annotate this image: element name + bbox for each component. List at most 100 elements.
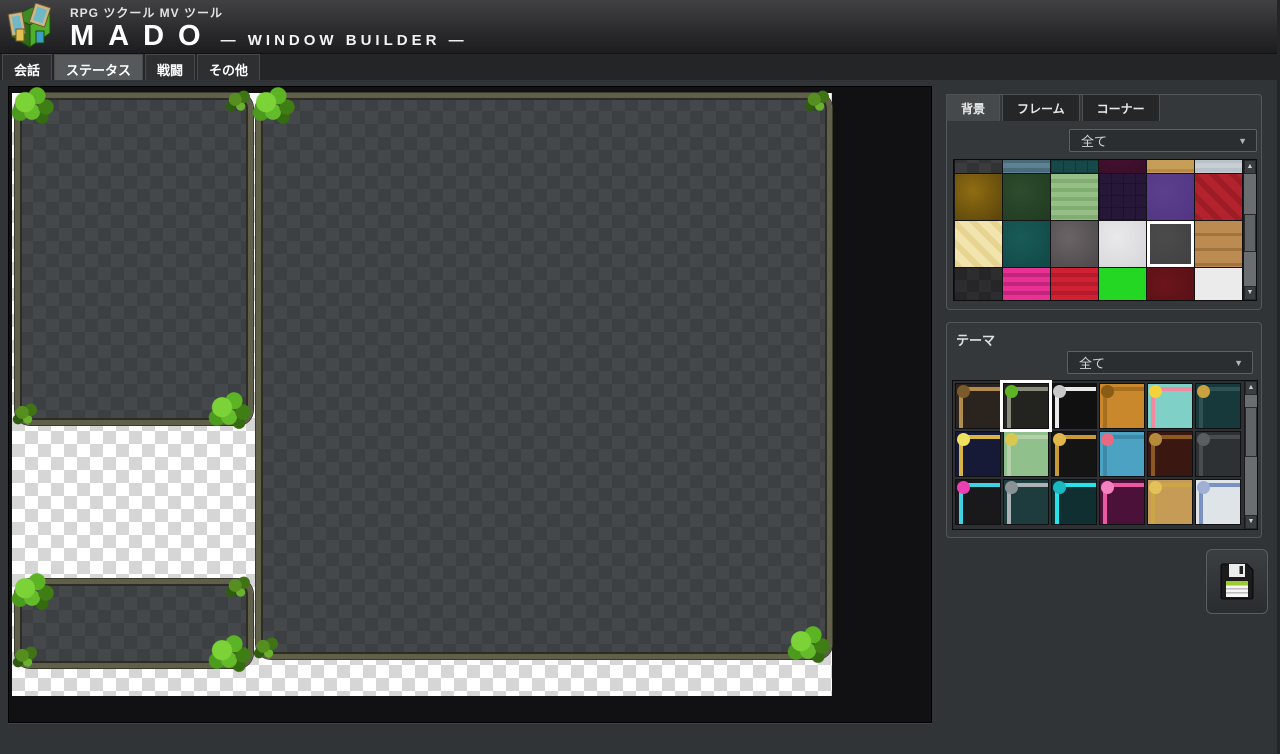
theme-corner-ornament [1149, 385, 1162, 398]
background-swatch[interactable] [955, 160, 1002, 173]
background-swatch[interactable] [1051, 160, 1098, 173]
ivy-corner [11, 645, 43, 671]
scrollbar-thumb[interactable] [1244, 214, 1256, 252]
theme-corner-ornament [1101, 385, 1114, 398]
theme-corner-ornament [1149, 433, 1162, 446]
ivy-corner [11, 87, 61, 127]
main-tab-other[interactable]: その他 [197, 54, 260, 80]
theme-corner-ornament [1197, 385, 1210, 398]
background-swatch[interactable] [1147, 160, 1194, 173]
scrollbar-up-button[interactable]: ▲ [1245, 381, 1257, 395]
theme-corner-ornament [957, 433, 970, 446]
background-scrollbar[interactable]: ▲ ▼ [1243, 160, 1256, 300]
background-swatch[interactable] [1195, 160, 1242, 173]
theme-thumbnail[interactable] [1003, 479, 1049, 525]
app-subtitle: RPG ツクール MV ツール [70, 4, 468, 21]
theme-filter-value: 全て [1079, 353, 1105, 372]
background-swatch[interactable] [1003, 160, 1050, 173]
theme-panel: テーマ 全て ▼ ▲ ▼ [946, 322, 1262, 538]
background-swatch[interactable] [1003, 221, 1050, 267]
theme-thumbnail[interactable] [1051, 383, 1097, 429]
main-tab-battle[interactable]: 戦闘 [145, 54, 195, 80]
save-button[interactable] [1206, 549, 1268, 614]
floppy-disk-icon [1220, 563, 1254, 600]
background-swatch[interactable] [1099, 174, 1146, 220]
ivy-corner [252, 636, 284, 662]
preview-window-tall-left [15, 93, 253, 425]
theme-corner-ornament [1005, 481, 1018, 494]
ivy-corner [224, 575, 256, 601]
background-swatch[interactable] [1195, 174, 1242, 220]
theme-thumbnail[interactable] [1195, 383, 1241, 429]
preview-window-bottom-left [15, 579, 253, 668]
background-panel: 背景フレームコーナー 全て ▼ ▲ ▼ [946, 94, 1262, 310]
scrollbar-up-button[interactable]: ▲ [1244, 160, 1256, 174]
panel-tab-frame[interactable]: フレーム [1002, 94, 1080, 121]
main-tab-strip: 会話ステータス戦闘その他 [0, 54, 1280, 80]
app-tagline: — WINDOW BUILDER — [221, 32, 468, 49]
background-swatch[interactable] [1195, 268, 1242, 300]
theme-thumbnail-selected[interactable] [1003, 383, 1049, 429]
preview-window-main [256, 93, 832, 659]
theme-thumbnail[interactable] [1195, 431, 1241, 477]
checkerboard-artboard [12, 93, 832, 696]
theme-list [953, 381, 1244, 529]
background-filter-value: 全て [1081, 131, 1107, 150]
theme-thumbnail[interactable] [1147, 479, 1193, 525]
background-swatch[interactable] [955, 174, 1002, 220]
theme-panel-title: テーマ [956, 330, 995, 349]
theme-corner-ornament [957, 481, 970, 494]
background-swatch[interactable] [1195, 221, 1242, 267]
theme-corner-ornament [1149, 481, 1162, 494]
theme-thumbnail[interactable] [1003, 431, 1049, 477]
theme-corner-ornament [1197, 481, 1210, 494]
background-swatch[interactable] [1051, 174, 1098, 220]
theme-thumbnail[interactable] [1099, 479, 1145, 525]
background-swatch-list [954, 160, 1243, 300]
theme-scrollbar[interactable]: ▲ ▼ [1244, 381, 1257, 529]
theme-thumbnail[interactable] [955, 479, 1001, 525]
panel-tab-background[interactable]: 背景 [946, 94, 1000, 121]
main-tab-status[interactable]: ステータス [54, 54, 143, 80]
background-swatch[interactable] [955, 221, 1002, 267]
theme-thumbnail[interactable] [1051, 479, 1097, 525]
background-swatch[interactable] [1099, 221, 1146, 267]
theme-filter-dropdown[interactable]: 全て ▼ [1067, 351, 1253, 374]
background-filter-dropdown[interactable]: 全て ▼ [1069, 129, 1257, 152]
panel-tab-corner[interactable]: コーナー [1082, 94, 1160, 121]
theme-thumbnail[interactable] [1099, 431, 1145, 477]
ivy-corner [11, 573, 61, 613]
theme-corner-ornament [1005, 385, 1018, 398]
scrollbar-track[interactable] [1244, 174, 1256, 286]
background-swatch[interactable] [1051, 268, 1098, 300]
background-swatch[interactable] [1003, 174, 1050, 220]
ivy-corner [11, 402, 43, 428]
scrollbar-down-button[interactable]: ▼ [1244, 286, 1256, 300]
theme-thumbnail[interactable] [1051, 431, 1097, 477]
theme-thumbnail[interactable] [1195, 479, 1241, 525]
scrollbar-track[interactable] [1245, 395, 1257, 515]
main-tab-conversation[interactable]: 会話 [2, 54, 52, 80]
theme-thumbnail[interactable] [955, 431, 1001, 477]
background-swatch[interactable] [1147, 268, 1194, 300]
theme-thumbnail[interactable] [955, 383, 1001, 429]
ivy-corner [208, 635, 258, 675]
theme-corner-ornament [1053, 433, 1066, 446]
preview-canvas [8, 86, 932, 723]
background-swatch[interactable] [1051, 221, 1098, 267]
background-swatch[interactable] [1099, 160, 1146, 173]
theme-corner-ornament [1005, 433, 1018, 446]
background-swatch[interactable] [1099, 268, 1146, 300]
theme-thumbnail[interactable] [1147, 383, 1193, 429]
scrollbar-down-button[interactable]: ▼ [1245, 515, 1257, 529]
theme-thumbnail[interactable] [1147, 431, 1193, 477]
scrollbar-thumb[interactable] [1245, 407, 1257, 457]
ivy-corner [787, 626, 837, 666]
theme-corner-ornament [1197, 433, 1210, 446]
background-swatch[interactable] [1147, 174, 1194, 220]
theme-thumbnail[interactable] [1099, 383, 1145, 429]
background-swatch[interactable] [955, 268, 1002, 300]
ivy-corner [252, 87, 302, 127]
background-swatch[interactable] [1003, 268, 1050, 300]
background-swatch-selected[interactable] [1147, 221, 1194, 267]
